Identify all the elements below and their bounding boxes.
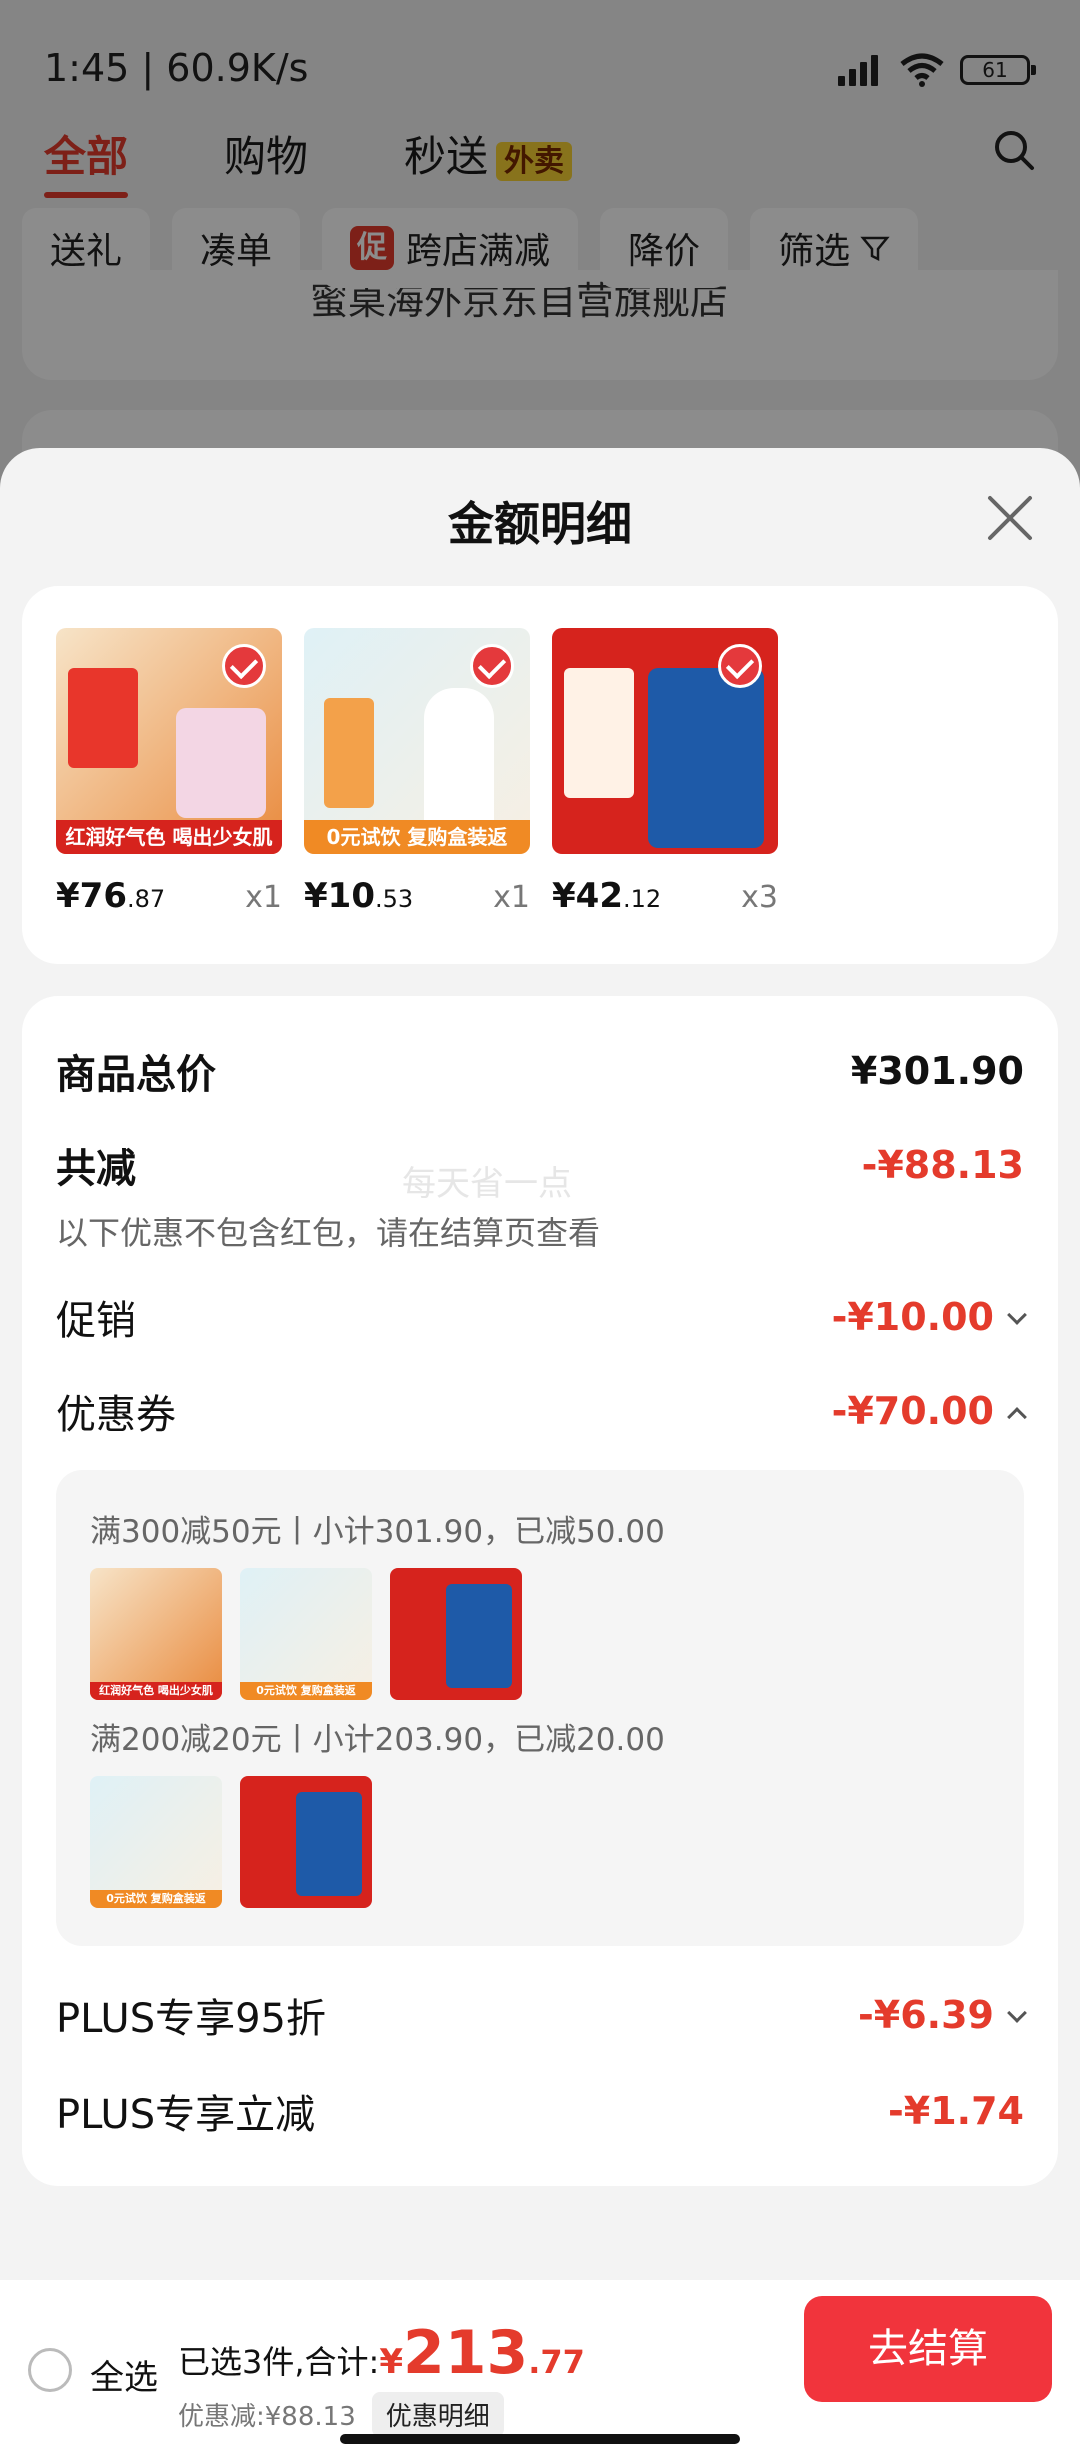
product-qty: x1 bbox=[245, 880, 282, 915]
promo-value: -¥10.00 bbox=[831, 1295, 994, 1339]
coupon-product-thumb bbox=[390, 1568, 522, 1700]
plus-off-value: -¥1.74 bbox=[888, 2089, 1024, 2133]
discount-text: 优惠减:¥88.13 bbox=[178, 2402, 356, 2432]
coupon-value-wrap: -¥70.00 bbox=[831, 1389, 1027, 1433]
thumb-banner: 0元试饮 复购盒装返 bbox=[240, 1682, 372, 1700]
product-item[interactable]: 红润好气色 喝出少女肌 ¥76.87 x1 bbox=[56, 628, 282, 916]
sheet-title: 金额明细 bbox=[448, 497, 632, 551]
plus-off-label: PLUS专享立减 bbox=[56, 2092, 316, 2138]
select-all-radio[interactable] bbox=[28, 2348, 72, 2392]
coupon-rule-1: 满300减50元丨小计301.90，已减50.00 bbox=[90, 1514, 665, 1550]
product-banner: 红润好气色 喝出少女肌 bbox=[56, 820, 282, 854]
plus95-value: -¥6.39 bbox=[858, 1993, 994, 2037]
thumb-banner: 红润好气色 喝出少女肌 bbox=[90, 1682, 222, 1700]
discount-detail-button[interactable]: 优惠明细 bbox=[371, 2392, 504, 2437]
product-image bbox=[552, 628, 778, 854]
milk-bag-graphic bbox=[648, 668, 764, 848]
watermark: 每天省一点 bbox=[402, 1164, 572, 1204]
price-int: ¥10 bbox=[304, 876, 375, 916]
coupon-breakdown: 满300减50元丨小计301.90，已减50.00 红润好气色 喝出少女肌 0元… bbox=[56, 1470, 1024, 1946]
subtotal-row: 商品总价 ¥301.90 bbox=[56, 1042, 1024, 1100]
total-integer: 213 bbox=[403, 2318, 529, 2388]
plus95-row[interactable]: PLUS专享95折 -¥6.39 bbox=[56, 1986, 1027, 2044]
amount-detail-sheet: 金额明细 红润好气色 喝出少女肌 ¥76.87 x1 0元试饮 复购盒装返 ¥1… bbox=[0, 448, 1080, 2460]
price-int: ¥76 bbox=[56, 876, 127, 916]
product-box-graphic bbox=[324, 698, 374, 808]
coupon-product-thumb bbox=[240, 1776, 372, 1908]
promo-row[interactable]: 促销 -¥10.00 bbox=[56, 1288, 1027, 1346]
person-graphic bbox=[424, 688, 494, 828]
checked-icon[interactable] bbox=[718, 644, 762, 688]
coupon-product-thumb: 红润好气色 喝出少女肌 bbox=[90, 1568, 222, 1700]
product-image: 0元试饮 复购盒装返 bbox=[304, 628, 530, 854]
subtotal-label: 商品总价 bbox=[56, 1052, 216, 1098]
plus95-label: PLUS专享95折 bbox=[56, 1996, 326, 2042]
coupon-row[interactable]: 优惠券 -¥70.00 bbox=[56, 1382, 1027, 1440]
price-dec: .12 bbox=[622, 885, 662, 913]
product-qty: x3 bbox=[741, 880, 778, 915]
total-currency: ¥ bbox=[379, 2342, 403, 2382]
checked-icon[interactable] bbox=[222, 644, 266, 688]
home-indicator bbox=[340, 2434, 740, 2444]
price-dec: .53 bbox=[374, 885, 414, 913]
coupon-product-thumb: 0元试饮 复购盒装返 bbox=[240, 1568, 372, 1700]
promo-value-wrap: -¥10.00 bbox=[831, 1295, 1027, 1339]
products-card: 红润好气色 喝出少女肌 ¥76.87 x1 0元试饮 复购盒装返 ¥10.53 … bbox=[22, 586, 1058, 964]
checked-icon[interactable] bbox=[470, 644, 514, 688]
checkout-button[interactable]: 去结算 bbox=[804, 2296, 1052, 2402]
product-item[interactable]: ¥42.12 x3 bbox=[552, 628, 778, 916]
select-all-label[interactable]: 全选 bbox=[90, 2350, 158, 2399]
chevron-up-icon bbox=[1007, 1407, 1027, 1427]
coupon-rule-2: 满200减20元丨小计203.90，已减20.00 bbox=[90, 1722, 665, 1758]
product-can-graphic bbox=[176, 708, 266, 818]
coupon-label: 优惠券 bbox=[56, 1392, 176, 1438]
discount-note: 以下优惠不包含红包，请在结算页查看 bbox=[56, 1214, 601, 1252]
total-line: 已选3件,合计: ¥ 213 .77 bbox=[178, 2318, 585, 2388]
coupon-value: -¥70.00 bbox=[831, 1389, 994, 1433]
checkout-bar: 全选 已选3件,合计: ¥ 213 .77 优惠减:¥88.13 优惠明细 去结… bbox=[0, 2280, 1080, 2460]
total-decimal: .77 bbox=[528, 2343, 585, 2381]
coupon-product-thumb: 0元试饮 复购盒装返 bbox=[90, 1776, 222, 1908]
product-price: ¥10.53 bbox=[304, 876, 413, 916]
product-price: ¥76.87 bbox=[56, 876, 165, 916]
selected-text: 已选3件,合计: bbox=[178, 2343, 380, 2381]
price-dec: .87 bbox=[126, 885, 166, 913]
amount-detail-card: 商品总价 ¥301.90 共减 -¥88.13 每天省一点 以下优惠不包含红包，… bbox=[22, 996, 1058, 2186]
price-int: ¥42 bbox=[552, 876, 623, 916]
promo-tag-graphic bbox=[564, 668, 634, 798]
plus95-value-wrap: -¥6.39 bbox=[858, 1993, 1027, 2037]
chevron-down-icon bbox=[1007, 1305, 1027, 1325]
product-price: ¥42.12 bbox=[552, 876, 661, 916]
promo-label: 促销 bbox=[56, 1298, 136, 1344]
promo-tag-graphic bbox=[68, 668, 138, 768]
plus-off-row: PLUS专享立减 -¥1.74 bbox=[56, 2082, 1024, 2140]
discount-line: 优惠减:¥88.13 优惠明细 bbox=[178, 2392, 504, 2437]
subtotal-value: ¥301.90 bbox=[850, 1049, 1024, 1093]
total-off-label: 共减 bbox=[56, 1146, 136, 1192]
chevron-down-icon bbox=[1007, 2003, 1027, 2023]
thumb-banner: 0元试饮 复购盒装返 bbox=[90, 1890, 222, 1908]
total-off-value: -¥88.13 bbox=[861, 1143, 1024, 1187]
close-icon[interactable] bbox=[982, 490, 1038, 546]
product-qty: x1 bbox=[493, 880, 530, 915]
product-image: 红润好气色 喝出少女肌 bbox=[56, 628, 282, 854]
product-banner: 0元试饮 复购盒装返 bbox=[304, 820, 530, 854]
product-item[interactable]: 0元试饮 复购盒装返 ¥10.53 x1 bbox=[304, 628, 530, 916]
